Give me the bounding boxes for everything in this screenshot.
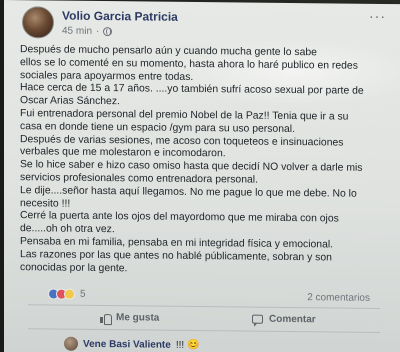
commenter-avatar[interactable] <box>64 336 78 351</box>
comment-button[interactable]: Comentar <box>252 313 316 326</box>
post-text-line: conocidas por la gente. <box>20 261 128 274</box>
like-label: Me gusta <box>116 312 160 324</box>
comments-count-link[interactable]: 2 comentarios <box>307 292 370 304</box>
author-name[interactable]: Volio Garcia Patricia <box>62 9 178 24</box>
globe-icon <box>103 27 113 37</box>
comment-preview: Vene Basi Valiente !!! 😊 <box>64 336 200 352</box>
post-header: Volio Garcia Patricia 45 min · ··· <box>18 4 388 44</box>
post-time[interactable]: 45 min <box>62 26 92 37</box>
post-meta: 45 min · <box>62 26 113 38</box>
thumbs-up-icon <box>100 313 110 323</box>
reaction-count: 5 <box>80 288 86 300</box>
reactions-summary[interactable]: 5 <box>48 288 86 300</box>
author-avatar[interactable] <box>22 6 54 39</box>
more-options-icon[interactable]: ··· <box>369 8 386 24</box>
comment-text: !!! 😊 <box>175 339 200 351</box>
comment-bubble-icon <box>252 314 263 324</box>
facebook-post-screen: Volio Garcia Patricia 45 min · ··· Despu… <box>4 0 400 352</box>
like-button[interactable]: Me gusta <box>100 312 160 324</box>
comment-label: Comentar <box>269 313 316 326</box>
post-body: Después de mucho pensarlo aún y cuando m… <box>20 44 392 278</box>
divider <box>28 304 380 309</box>
divider <box>28 328 380 333</box>
commenter-name[interactable]: Vene Basi Valiente <box>83 338 171 350</box>
wow-reaction-icon <box>64 288 75 300</box>
